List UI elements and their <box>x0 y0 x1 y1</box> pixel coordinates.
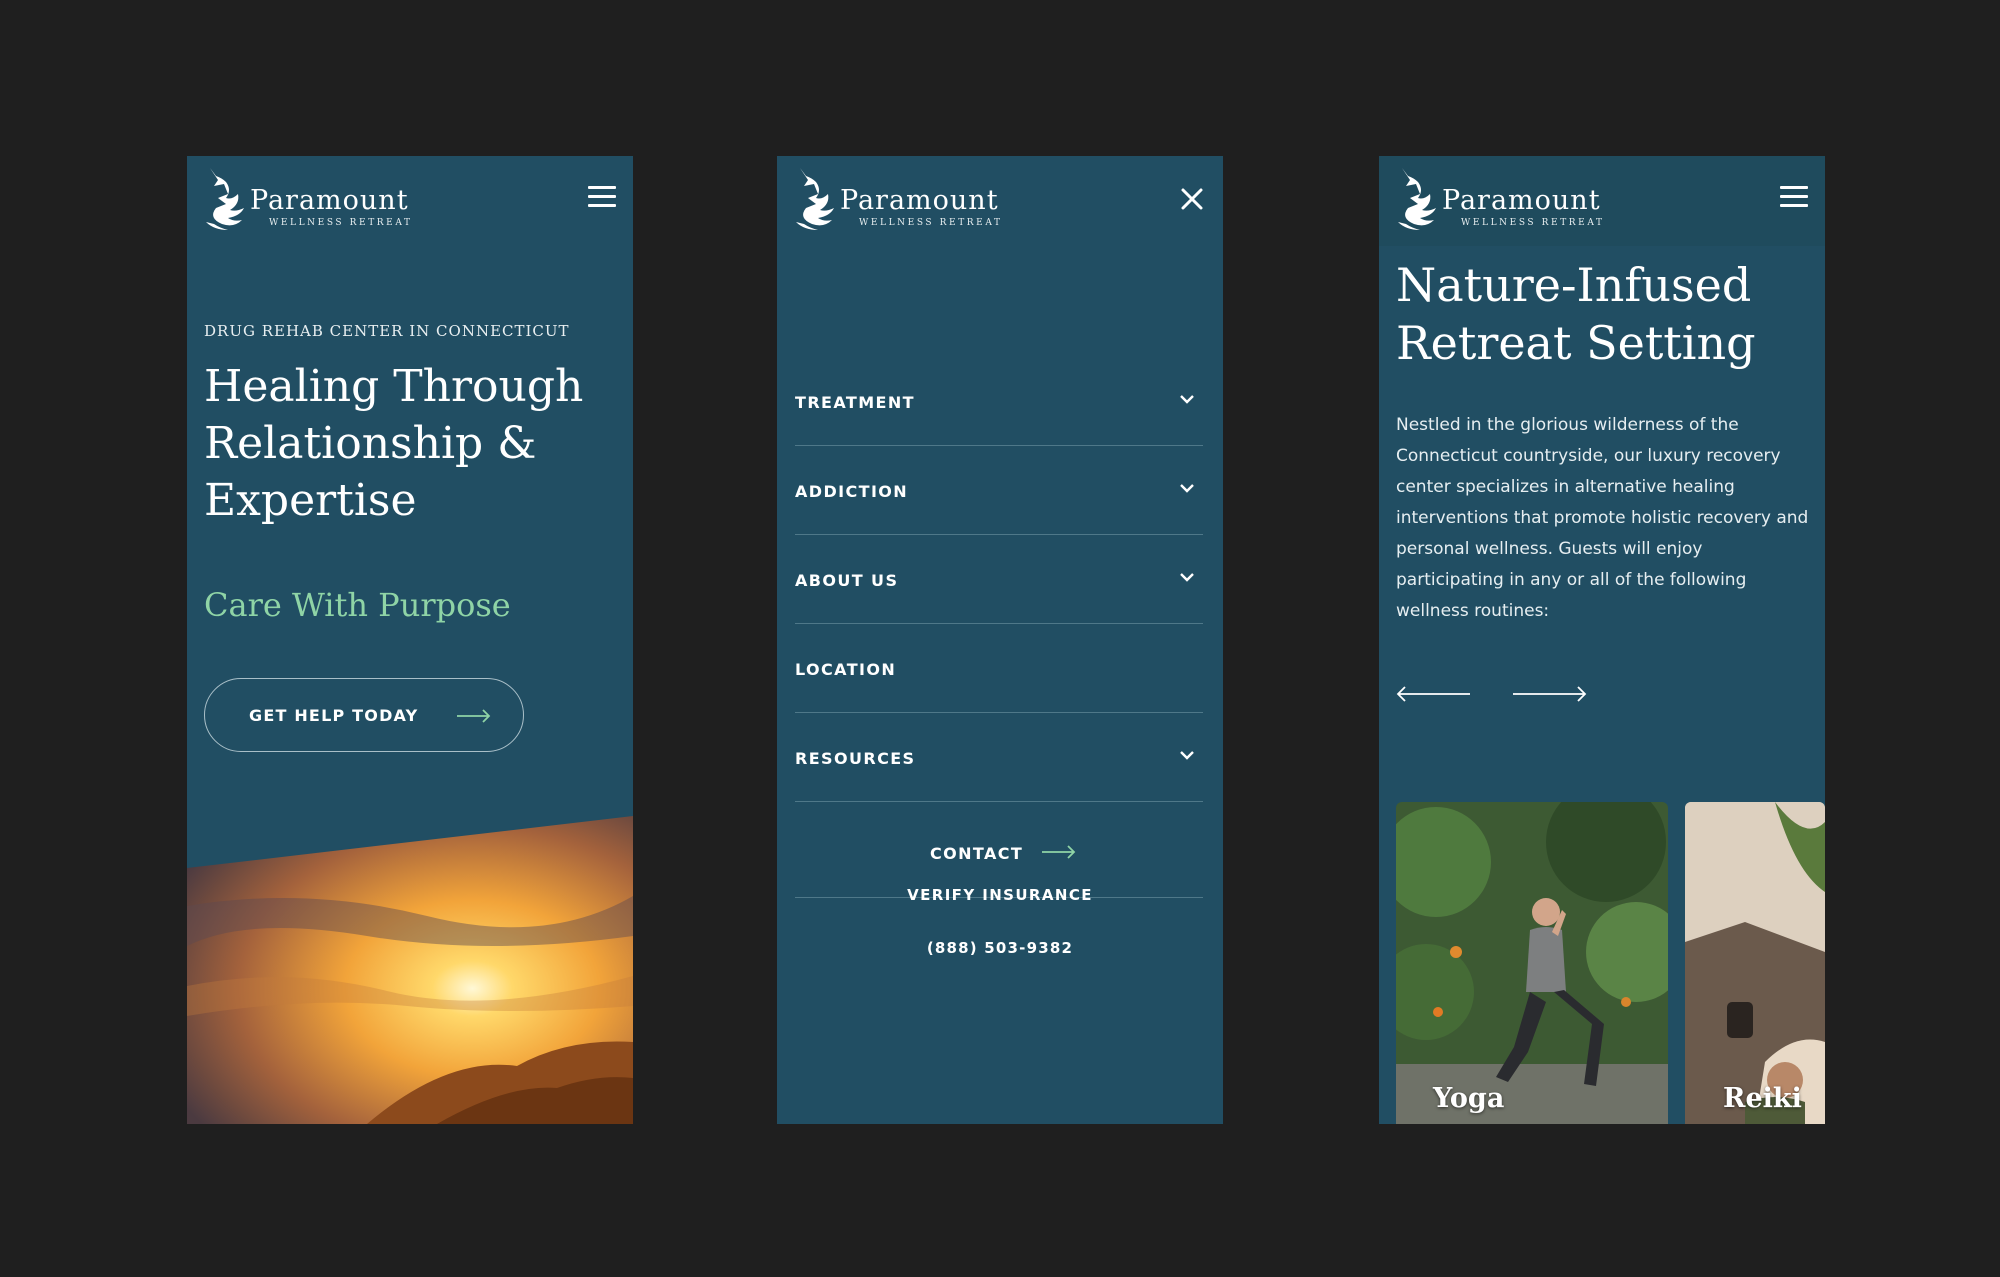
reiki-photo <box>1685 802 1825 1124</box>
brand-logo[interactable]: Paramount WELLNESS RETREAT <box>794 164 1034 236</box>
hero-tagline: Care With Purpose <box>204 586 511 624</box>
chevron-down-icon[interactable] <box>1179 482 1195 494</box>
menu-item-label: ADDICTION <box>795 482 909 501</box>
card-label: Yoga <box>1433 1083 1505 1114</box>
menu-item-about-us[interactable]: ABOUT US <box>795 535 1203 624</box>
menu-item-treatment[interactable]: TREATMENT <box>795 357 1203 446</box>
brand-tagline: WELLNESS RETREAT <box>269 218 413 228</box>
brand-name: Paramount <box>250 185 409 216</box>
logo-mark-icon <box>1398 168 1436 230</box>
menu-icon[interactable] <box>1780 186 1808 210</box>
menu-item-label: LOCATION <box>795 660 897 679</box>
logo-mark-icon <box>796 168 834 230</box>
contact-link[interactable]: CONTACT <box>795 802 1203 898</box>
arrow-right-icon <box>457 709 491 723</box>
brand-name: Paramount <box>840 185 999 216</box>
hero-screen: Paramount WELLNESS RETREAT DRUG REHAB CE… <box>187 156 633 1124</box>
menu-icon[interactable] <box>588 186 616 210</box>
logo-mark-icon <box>206 168 244 230</box>
arrow-right-icon <box>1042 845 1076 859</box>
section-heading: Nature-Infused Retreat Setting <box>1396 258 1756 370</box>
brand-name: Paramount <box>1442 185 1601 216</box>
close-icon[interactable] <box>1177 184 1207 214</box>
brand-tagline: WELLNESS RETREAT <box>1461 218 1605 228</box>
hero-eyebrow: DRUG REHAB CENTER IN CONNECTICUT <box>204 322 570 340</box>
verify-insurance-link[interactable]: VERIFY INSURANCE <box>777 886 1223 904</box>
brand-tagline: WELLNESS RETREAT <box>859 218 1003 228</box>
menu-screen: Paramount WELLNESS RETREAT TREATMENT ADD… <box>777 156 1223 1124</box>
menu-item-addiction[interactable]: ADDICTION <box>795 446 1203 535</box>
menu-item-label: TREATMENT <box>795 393 915 412</box>
retreat-screen: Paramount WELLNESS RETREAT Nature-Infuse… <box>1379 156 1825 1124</box>
get-help-label: GET HELP TODAY <box>249 706 419 725</box>
chevron-down-icon[interactable] <box>1179 749 1195 761</box>
yoga-photo <box>1396 802 1668 1124</box>
site-header: Paramount WELLNESS RETREAT <box>777 156 1223 246</box>
wellness-card-reiki[interactable]: Reiki <box>1685 802 1825 1124</box>
get-help-button[interactable]: GET HELP TODAY <box>204 678 524 752</box>
phone-number-link[interactable]: (888) 503-9382 <box>777 939 1223 957</box>
contact-label: CONTACT <box>930 844 1024 863</box>
hero-heading: Healing Through Relationship & Expertise <box>204 361 584 526</box>
section-body: Nestled in the glorious wilderness of th… <box>1396 415 1809 621</box>
menu-item-label: RESOURCES <box>795 749 916 768</box>
sunset-image <box>187 816 633 1124</box>
card-label: Reiki <box>1723 1083 1802 1114</box>
chevron-down-icon[interactable] <box>1179 393 1195 405</box>
brand-logo[interactable]: Paramount WELLNESS RETREAT <box>204 164 444 236</box>
brand-logo[interactable]: Paramount WELLNESS RETREAT <box>1396 164 1636 236</box>
arrow-right-icon[interactable] <box>1511 686 1587 702</box>
wellness-card-yoga[interactable]: Yoga <box>1396 802 1668 1124</box>
menu-item-location[interactable]: LOCATION <box>795 624 1203 713</box>
chevron-down-icon[interactable] <box>1179 571 1195 583</box>
menu-item-label: ABOUT US <box>795 571 899 590</box>
site-header: Paramount WELLNESS RETREAT <box>187 156 633 246</box>
arrow-left-icon[interactable] <box>1396 686 1472 702</box>
menu-item-resources[interactable]: RESOURCES <box>795 713 1203 802</box>
site-header: Paramount WELLNESS RETREAT <box>1379 156 1825 246</box>
